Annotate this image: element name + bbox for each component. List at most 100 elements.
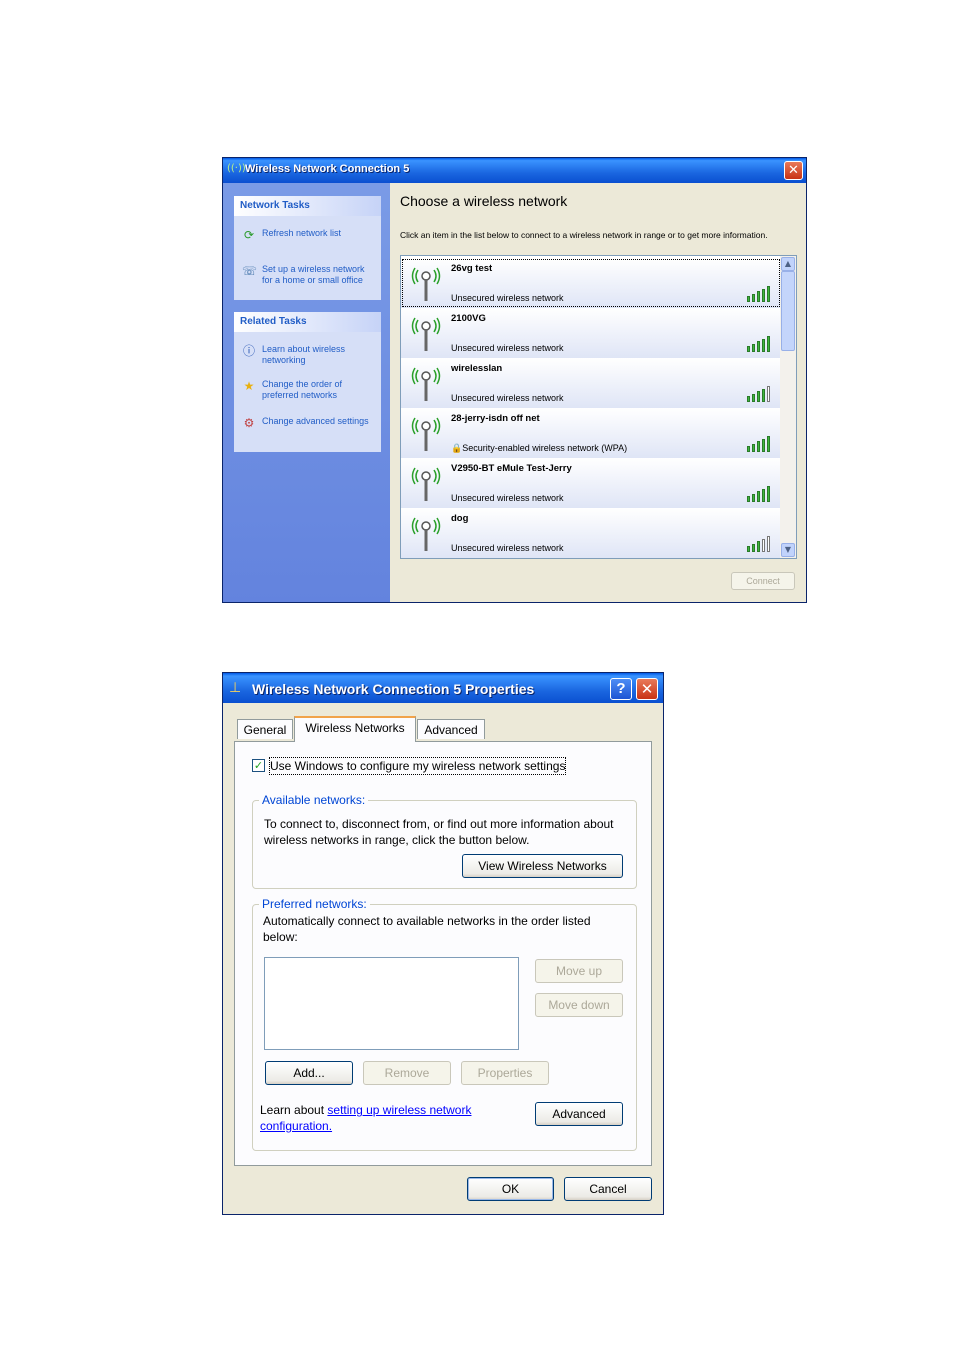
tab-wireless-networks[interactable]: Wireless Networks	[294, 716, 416, 742]
task-label: Change advanced settings	[262, 416, 369, 426]
preferred-networks-text: Automatically connect to available netwo…	[263, 914, 591, 944]
signal-bar	[767, 286, 770, 302]
properties-button[interactable]: Properties	[461, 1061, 549, 1085]
network-list-item[interactable]: V2950-BT eMule Test-Jerry Unsecured wirel…	[401, 458, 781, 508]
network-status-text: Unsecured wireless network	[451, 343, 564, 353]
task-sidebar: Network Tasks ⟳ Refresh network list ☏ S…	[223, 183, 390, 602]
wireless-signal-icon: ((·))	[227, 163, 246, 174]
main-panel: Choose a wireless network Click an item …	[390, 183, 806, 602]
close-icon: ✕	[640, 680, 654, 698]
signal-bar	[747, 446, 750, 452]
network-name: wirelesslan	[451, 363, 503, 374]
related-tasks-panel: Related Tasks ⓘ Learn about wireless net…	[234, 312, 381, 452]
scroll-up-button[interactable]: ▲	[781, 257, 795, 271]
title-bar[interactable]: ((·)) Wireless Network Connection 5 ✕	[223, 158, 806, 183]
learn-about-prefix: Learn about	[260, 1103, 325, 1117]
wireless-networks-panel: ✓ Use Windows to configure my wireless n…	[234, 741, 652, 1166]
network-list: 26vg test Unsecured wireless network 2100V…	[400, 255, 797, 559]
properties-dialog: ⊥ Wireless Network Connection 5 Properti…	[222, 672, 664, 1215]
signal-bar	[762, 488, 765, 502]
wireless-antenna-icon	[411, 464, 441, 504]
network-status-text: Unsecured wireless network	[451, 293, 564, 303]
settings-icon: ⚙	[243, 416, 255, 430]
scroll-down-button[interactable]: ▼	[781, 543, 795, 557]
network-name: 2100VG	[451, 313, 486, 324]
scroll-thumb[interactable]	[781, 271, 795, 351]
view-wireless-networks-button[interactable]: View Wireless Networks	[462, 854, 623, 878]
page-title: Choose a wireless network	[400, 193, 568, 209]
signal-bar	[767, 536, 770, 552]
network-name: dog	[451, 513, 469, 524]
network-status-text: Unsecured wireless network	[451, 493, 564, 503]
title-bar[interactable]: ⊥ Wireless Network Connection 5 Properti…	[223, 673, 663, 703]
network-status: Unsecured wireless network	[451, 543, 564, 553]
signal-bar	[757, 541, 760, 552]
tab-advanced[interactable]: Advanced	[417, 719, 485, 739]
close-button[interactable]: ✕	[636, 678, 658, 700]
move-down-button[interactable]: Move down	[535, 993, 623, 1017]
wireless-antenna-icon	[411, 414, 441, 454]
window-title: Wireless Network Connection 5	[245, 163, 410, 175]
signal-bar	[762, 288, 765, 302]
network-status: Unsecured wireless network	[451, 493, 564, 503]
preferred-networks-list[interactable]	[264, 957, 519, 1050]
network-tasks-header[interactable]: Network Tasks	[234, 196, 381, 216]
related-tasks-header[interactable]: Related Tasks	[234, 312, 381, 332]
network-list-item[interactable]: 28-jerry-isdn off net 🔒Security-enabled w…	[401, 408, 781, 458]
network-connection-icon: ⊥	[229, 680, 242, 696]
network-list-item[interactable]: dog Unsecured wireless network	[401, 508, 781, 558]
signal-bar	[767, 486, 770, 502]
wireless-antenna-icon	[411, 264, 441, 304]
signal-bar	[752, 543, 755, 552]
network-status-text: Security-enabled wireless network (WPA)	[462, 443, 628, 453]
network-name: V2950-BT eMule Test-Jerry	[451, 463, 572, 474]
network-status: 🔒Security-enabled wireless network (WPA)	[451, 443, 627, 454]
dialog-title: Wireless Network Connection 5 Properties	[252, 681, 535, 697]
help-button[interactable]: ?	[610, 678, 632, 700]
network-list-item[interactable]: 26vg test Unsecured wireless network	[401, 258, 781, 308]
network-status-text: Unsecured wireless network	[451, 543, 564, 553]
close-icon: ✕	[788, 163, 799, 178]
wireless-antenna-icon	[411, 514, 441, 554]
advanced-button[interactable]: Advanced	[535, 1102, 623, 1126]
signal-bar	[762, 388, 765, 402]
ok-button[interactable]: OK	[467, 1177, 554, 1201]
signal-bar	[767, 336, 770, 352]
signal-strength-icon	[747, 486, 775, 502]
signal-bar	[757, 441, 760, 452]
close-button[interactable]: ✕	[784, 161, 803, 180]
checkmark-icon: ✓	[253, 759, 264, 772]
network-status: Unsecured wireless network	[451, 293, 564, 303]
star-icon: ★	[243, 379, 255, 393]
signal-bar	[757, 391, 760, 402]
add-button[interactable]: Add...	[265, 1061, 353, 1085]
network-list-item[interactable]: 2100VG Unsecured wireless network	[401, 308, 781, 358]
network-name: 28-jerry-isdn off net	[451, 413, 540, 424]
signal-bar	[762, 538, 765, 552]
signal-bar	[767, 436, 770, 452]
task-label: Change the order of preferred networks	[262, 379, 343, 400]
task-label: Set up a wireless network for a home or …	[262, 264, 365, 285]
move-up-button[interactable]: Move up	[535, 959, 623, 983]
task-label: Learn about wireless networking	[262, 344, 346, 365]
wireless-network-connection-window: ((·)) Wireless Network Connection 5 ✕ Ne…	[222, 157, 807, 603]
network-name: 26vg test	[451, 263, 493, 274]
info-icon: ⓘ	[242, 344, 255, 358]
signal-bar	[767, 386, 770, 402]
signal-bar	[762, 338, 765, 352]
use-windows-label[interactable]: Use Windows to configure my wireless net…	[268, 757, 567, 775]
network-status: Unsecured wireless network	[451, 393, 564, 403]
vertical-scrollbar[interactable]: ▲ ▼	[780, 256, 796, 558]
remove-button[interactable]: Remove	[363, 1061, 451, 1085]
signal-bar	[762, 438, 765, 452]
signal-bar	[752, 343, 755, 352]
network-list-item[interactable]: wirelesslan Unsecured wireless network	[401, 358, 781, 408]
signal-strength-icon	[747, 536, 775, 552]
tab-general[interactable]: General	[237, 719, 293, 739]
cancel-button[interactable]: Cancel	[564, 1177, 652, 1201]
network-tasks-panel: Network Tasks ⟳ Refresh network list ☏ S…	[234, 196, 381, 300]
signal-strength-icon	[747, 336, 775, 352]
signal-strength-icon	[747, 286, 775, 302]
connect-button[interactable]: Connect	[731, 572, 795, 590]
use-windows-checkbox[interactable]: ✓	[252, 759, 265, 772]
